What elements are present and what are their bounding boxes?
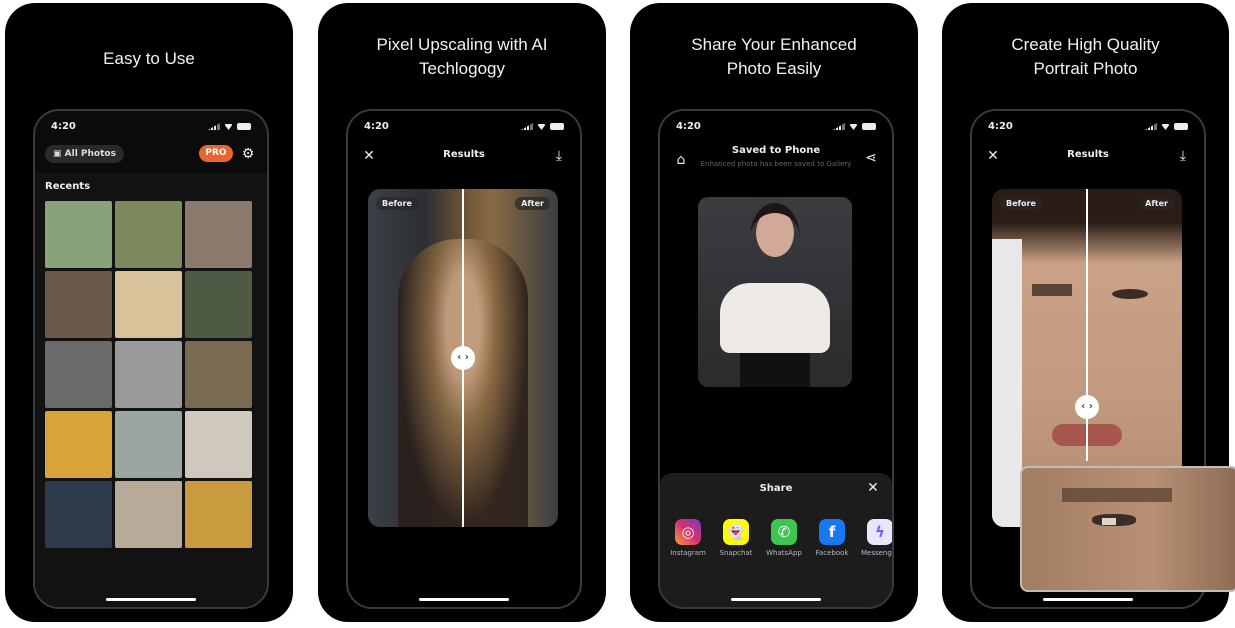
magnified-eye-detail bbox=[1020, 466, 1235, 592]
photo-thumbnail[interactable] bbox=[115, 201, 182, 268]
photo-thumbnail[interactable] bbox=[185, 341, 252, 408]
screen-title: Results bbox=[443, 149, 485, 160]
status-bar: 4:20 bbox=[988, 121, 1188, 135]
photo-picker: Recents bbox=[35, 173, 267, 607]
after-label: After bbox=[515, 197, 550, 210]
status-bar: 4:20 bbox=[676, 121, 876, 135]
status-time: 4:20 bbox=[988, 121, 1013, 132]
status-time: 4:20 bbox=[364, 121, 389, 132]
headline-line-1: Share Your Enhanced bbox=[691, 35, 857, 54]
whatsapp-icon: ✆ bbox=[771, 519, 797, 545]
screenshot-panel-pixel-upscaling: Pixel Upscaling with AI Techlogogy 4:20 ✕… bbox=[318, 3, 606, 622]
enhanced-photo bbox=[698, 197, 852, 387]
photo-thumbnail[interactable] bbox=[185, 271, 252, 338]
share-app-messenger[interactable]: ϟ Messenger bbox=[860, 519, 892, 557]
status-time: 4:20 bbox=[51, 121, 76, 132]
status-bar: 4:20 bbox=[364, 121, 564, 135]
app-label: Messenger bbox=[860, 549, 892, 557]
download-icon[interactable]: ⤓ bbox=[1172, 145, 1194, 167]
compare-handle[interactable]: ‹ › bbox=[451, 346, 475, 370]
headline-line-1: Pixel Upscaling with AI bbox=[376, 35, 548, 54]
facebook-icon: f bbox=[819, 519, 845, 545]
signal-icon bbox=[521, 123, 533, 130]
photo-thumbnail[interactable] bbox=[185, 411, 252, 478]
headline-line-2: Photo Easily bbox=[726, 59, 822, 78]
signal-icon bbox=[1145, 123, 1157, 130]
all-photos-label: All Photos bbox=[64, 149, 116, 159]
headline-line-1: Create High Quality bbox=[1011, 35, 1160, 54]
share-app-instagram[interactable]: ◎ Instagram bbox=[668, 519, 708, 557]
battery-icon bbox=[1174, 123, 1188, 130]
photo-thumbnail[interactable] bbox=[45, 411, 112, 478]
signal-icon bbox=[833, 123, 845, 130]
panel-headline: Share Your Enhanced Photo Easily bbox=[630, 33, 918, 81]
share-app-facebook[interactable]: f Facebook bbox=[812, 519, 852, 557]
share-icon[interactable]: ⋖ bbox=[860, 147, 882, 169]
after-label: After bbox=[1139, 197, 1174, 210]
panel-headline: Create High Quality Portrait Photo bbox=[942, 33, 1229, 81]
screenshot-panel-share: Share Your Enhanced Photo Easily 4:20 ⌂ S… bbox=[630, 3, 918, 622]
screenshot-panel-easy-to-use: Easy to Use 4:20 ▣ All Photos PRO ⚙ Rece… bbox=[5, 3, 293, 622]
photo-thumbnail[interactable] bbox=[115, 411, 182, 478]
photo-thumbnail[interactable] bbox=[45, 481, 112, 548]
screen-title: Saved to Phone bbox=[731, 145, 821, 156]
wifi-icon bbox=[537, 124, 546, 130]
photo-thumbnail[interactable] bbox=[185, 481, 252, 548]
instagram-icon: ◎ bbox=[675, 519, 701, 545]
share-app-whatsapp[interactable]: ✆ WhatsApp bbox=[764, 519, 804, 557]
panel-headline: Easy to Use bbox=[103, 49, 195, 68]
screen-title: Results bbox=[1067, 149, 1109, 160]
recents-title: Recents bbox=[45, 181, 91, 192]
status-bar: 4:20 bbox=[51, 121, 251, 135]
before-label: Before bbox=[376, 197, 418, 210]
before-after-compare[interactable]: Before After ‹ › bbox=[368, 189, 558, 527]
signal-icon bbox=[208, 123, 220, 130]
photo-thumbnail[interactable] bbox=[115, 271, 182, 338]
compare-divider[interactable] bbox=[1086, 189, 1088, 461]
app-label: Facebook bbox=[815, 549, 849, 557]
photo-thumbnail[interactable] bbox=[45, 201, 112, 268]
photo-grid bbox=[45, 201, 255, 548]
photo-thumbnail[interactable] bbox=[115, 481, 182, 548]
share-title: Share bbox=[759, 483, 793, 494]
phone-frame: 4:20 ✕ Results ⤓ Before After ‹ › bbox=[346, 109, 582, 609]
compare-handle[interactable]: ‹ › bbox=[1075, 395, 1099, 419]
share-sheet: Share ✕ ◎ Instagram 👻 Snapchat ✆ WhatsApp f Fac… bbox=[660, 473, 892, 607]
wifi-icon bbox=[849, 124, 858, 130]
home-indicator bbox=[419, 598, 509, 601]
phone-frame: 4:20 ▣ All Photos PRO ⚙ Recents bbox=[33, 109, 269, 609]
all-photos-button[interactable]: ▣ All Photos bbox=[45, 145, 124, 163]
phone-frame: 4:20 ⌂ Saved to Phone Enhanced photo has… bbox=[658, 109, 894, 609]
home-indicator bbox=[731, 598, 821, 601]
close-share-icon[interactable]: ✕ bbox=[862, 477, 884, 499]
photo-thumbnail[interactable] bbox=[185, 201, 252, 268]
photo-thumbnail[interactable] bbox=[115, 341, 182, 408]
home-indicator bbox=[106, 598, 196, 601]
app-label: Instagram bbox=[670, 549, 706, 557]
wifi-icon bbox=[224, 124, 233, 130]
battery-icon bbox=[550, 123, 564, 130]
share-app-list: ◎ Instagram 👻 Snapchat ✆ WhatsApp f Facebook ϟ Me… bbox=[668, 519, 892, 557]
download-icon[interactable]: ⤓ bbox=[548, 145, 570, 167]
wifi-icon bbox=[1161, 124, 1170, 130]
photo-thumbnail[interactable] bbox=[45, 271, 112, 338]
snapchat-icon: 👻 bbox=[723, 519, 749, 545]
battery-icon bbox=[237, 123, 251, 130]
app-label: Snapchat bbox=[719, 549, 753, 557]
status-time: 4:20 bbox=[676, 121, 701, 132]
messenger-icon: ϟ bbox=[867, 519, 892, 545]
share-app-snapchat[interactable]: 👻 Snapchat bbox=[716, 519, 756, 557]
headline-line-2: Techlogogy bbox=[418, 59, 505, 78]
panel-headline: Pixel Upscaling with AI Techlogogy bbox=[318, 33, 606, 81]
settings-icon[interactable]: ⚙ bbox=[239, 145, 257, 163]
battery-icon bbox=[862, 123, 876, 130]
pro-button[interactable]: PRO bbox=[199, 145, 233, 162]
photo-album-icon: ▣ bbox=[53, 149, 65, 159]
before-label: Before bbox=[1000, 197, 1042, 210]
saved-subtitle: Enhanced photo has been saved to Gallery bbox=[700, 160, 852, 168]
app-label: WhatsApp bbox=[766, 549, 802, 557]
home-indicator bbox=[1043, 598, 1133, 601]
headline-line-2: Portrait Photo bbox=[1033, 59, 1138, 78]
photo-thumbnail[interactable] bbox=[45, 341, 112, 408]
